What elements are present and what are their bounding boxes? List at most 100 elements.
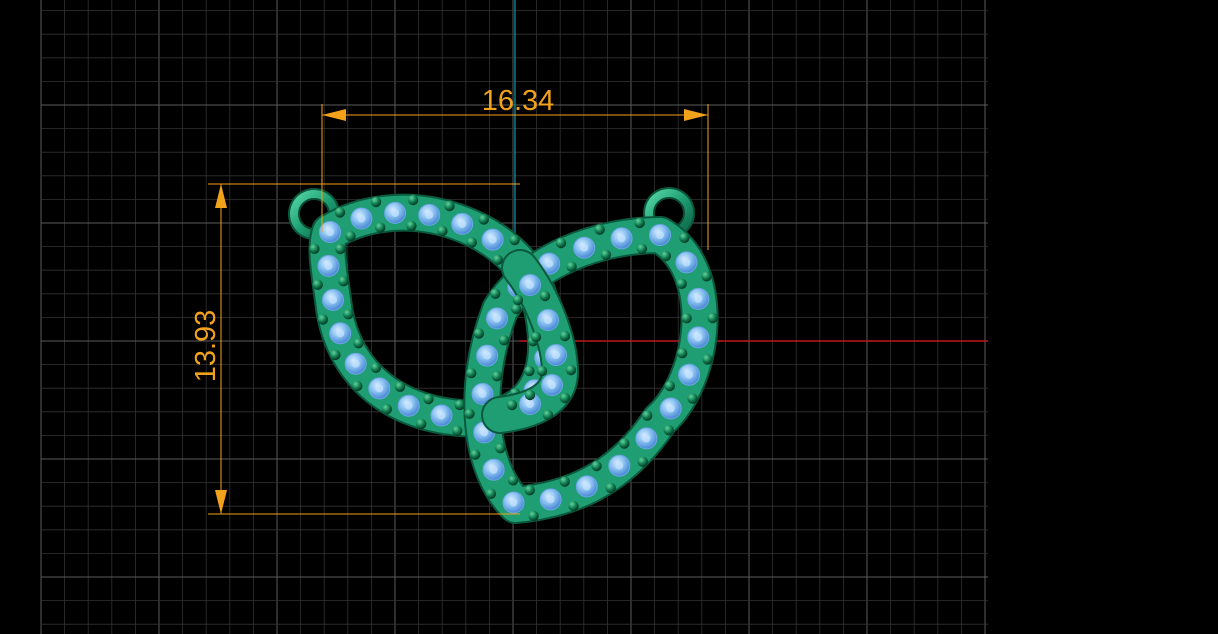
prong-bead xyxy=(466,367,477,379)
prong-bead xyxy=(509,234,520,246)
prong-bead xyxy=(707,312,718,324)
pendant-model[interactable] xyxy=(288,187,719,524)
prong-bead xyxy=(528,510,539,522)
prong-bead xyxy=(512,294,524,306)
prong-bead xyxy=(530,331,542,343)
prong-bead xyxy=(452,425,463,436)
prong-bead xyxy=(406,220,417,232)
diamond-facet xyxy=(437,411,446,420)
diamond-facet xyxy=(357,214,366,223)
diamond-facet xyxy=(552,351,560,359)
diamond-facet xyxy=(326,228,334,236)
height-arrow-top xyxy=(215,184,227,208)
prong-bead xyxy=(375,222,386,233)
prong-bead xyxy=(524,389,536,401)
prong-bead xyxy=(495,443,506,454)
prong-bead xyxy=(353,338,364,349)
prong-bead xyxy=(594,224,605,235)
prong-bead xyxy=(559,330,571,342)
prong-bead xyxy=(524,485,535,496)
diamond-facet xyxy=(546,495,555,504)
prong-bead xyxy=(591,460,602,472)
diamond-facet xyxy=(615,461,624,470)
prong-bead xyxy=(394,381,406,392)
prong-bead xyxy=(334,207,346,218)
prong-bead xyxy=(473,328,485,339)
width-dimension-label: 16.34 xyxy=(482,85,555,117)
diamond-facet xyxy=(545,259,554,268)
diamond-facet xyxy=(324,261,333,270)
height-dimension-label: 13.93 xyxy=(190,310,222,383)
prong-bead xyxy=(642,410,653,421)
prong-bead xyxy=(701,271,712,282)
prong-bead xyxy=(679,232,690,243)
prong-bead xyxy=(559,476,570,487)
prong-bead xyxy=(309,243,320,254)
prong-bead xyxy=(559,392,571,404)
prong-bead xyxy=(542,409,554,421)
prong-bead xyxy=(555,237,567,249)
prong-bead xyxy=(677,348,688,359)
prong-bead xyxy=(370,196,382,208)
prong-bead xyxy=(444,200,455,212)
diamond-facet xyxy=(582,482,591,491)
diamond-facet xyxy=(375,384,384,393)
diamond-facet xyxy=(351,359,360,368)
prong-bead xyxy=(634,217,645,229)
diamond-facet xyxy=(493,314,501,323)
prong-bead xyxy=(490,288,501,299)
prong-bead xyxy=(566,261,577,272)
prong-bead xyxy=(312,279,323,290)
prong-bead xyxy=(381,404,393,415)
prong-bead xyxy=(506,399,518,411)
prong-bead xyxy=(370,362,382,373)
prong-bead xyxy=(636,243,648,254)
diamond-facet xyxy=(694,294,703,303)
prong-bead xyxy=(676,278,687,289)
diamond-facet xyxy=(404,401,413,410)
diamond-facet xyxy=(694,333,703,342)
diamond-facet xyxy=(526,281,534,289)
prong-bead xyxy=(423,393,434,405)
prong-bead xyxy=(338,276,349,287)
diamond-facet xyxy=(480,428,489,437)
prong-bead xyxy=(702,354,713,365)
prong-bead xyxy=(335,243,346,255)
prong-bead xyxy=(470,449,481,460)
prong-bead xyxy=(466,237,477,248)
prong-bead xyxy=(565,364,577,376)
prong-bead xyxy=(619,438,630,449)
prong-bead xyxy=(498,335,510,346)
diamond-facet xyxy=(329,295,337,304)
prong-bead xyxy=(687,393,698,404)
prong-bead xyxy=(524,365,535,377)
diamond-facet xyxy=(483,351,492,360)
prong-bead xyxy=(637,456,648,467)
diamond-facet xyxy=(580,243,589,252)
prong-bead xyxy=(478,214,489,225)
prong-bead xyxy=(663,425,674,436)
width-arrow-left xyxy=(322,109,346,121)
diamond-facet xyxy=(478,389,487,398)
diamond-facet xyxy=(391,208,400,217)
prong-bead xyxy=(352,380,363,392)
prong-bead xyxy=(416,418,427,430)
prong-bead xyxy=(437,225,448,237)
prong-bead xyxy=(492,254,503,265)
diamond-facet xyxy=(642,434,651,443)
diamond-facet xyxy=(488,235,497,244)
prong-bead xyxy=(536,365,548,377)
prong-bead xyxy=(681,313,692,324)
diamond-facet xyxy=(458,219,467,228)
viewport-canvas[interactable]: 16.34 13.93 xyxy=(0,0,1218,634)
diamond-facet xyxy=(617,234,626,243)
height-arrow-bottom xyxy=(215,490,227,514)
diamond-facet xyxy=(682,258,691,267)
diamond-facet xyxy=(336,329,345,338)
prong-bead xyxy=(343,309,354,320)
prong-bead xyxy=(485,488,497,499)
diamond-facet xyxy=(489,465,498,474)
diamond-facet xyxy=(425,210,434,219)
diamond-facet xyxy=(526,400,534,408)
cad-viewport[interactable]: 16.34 13.93 xyxy=(0,0,1218,634)
